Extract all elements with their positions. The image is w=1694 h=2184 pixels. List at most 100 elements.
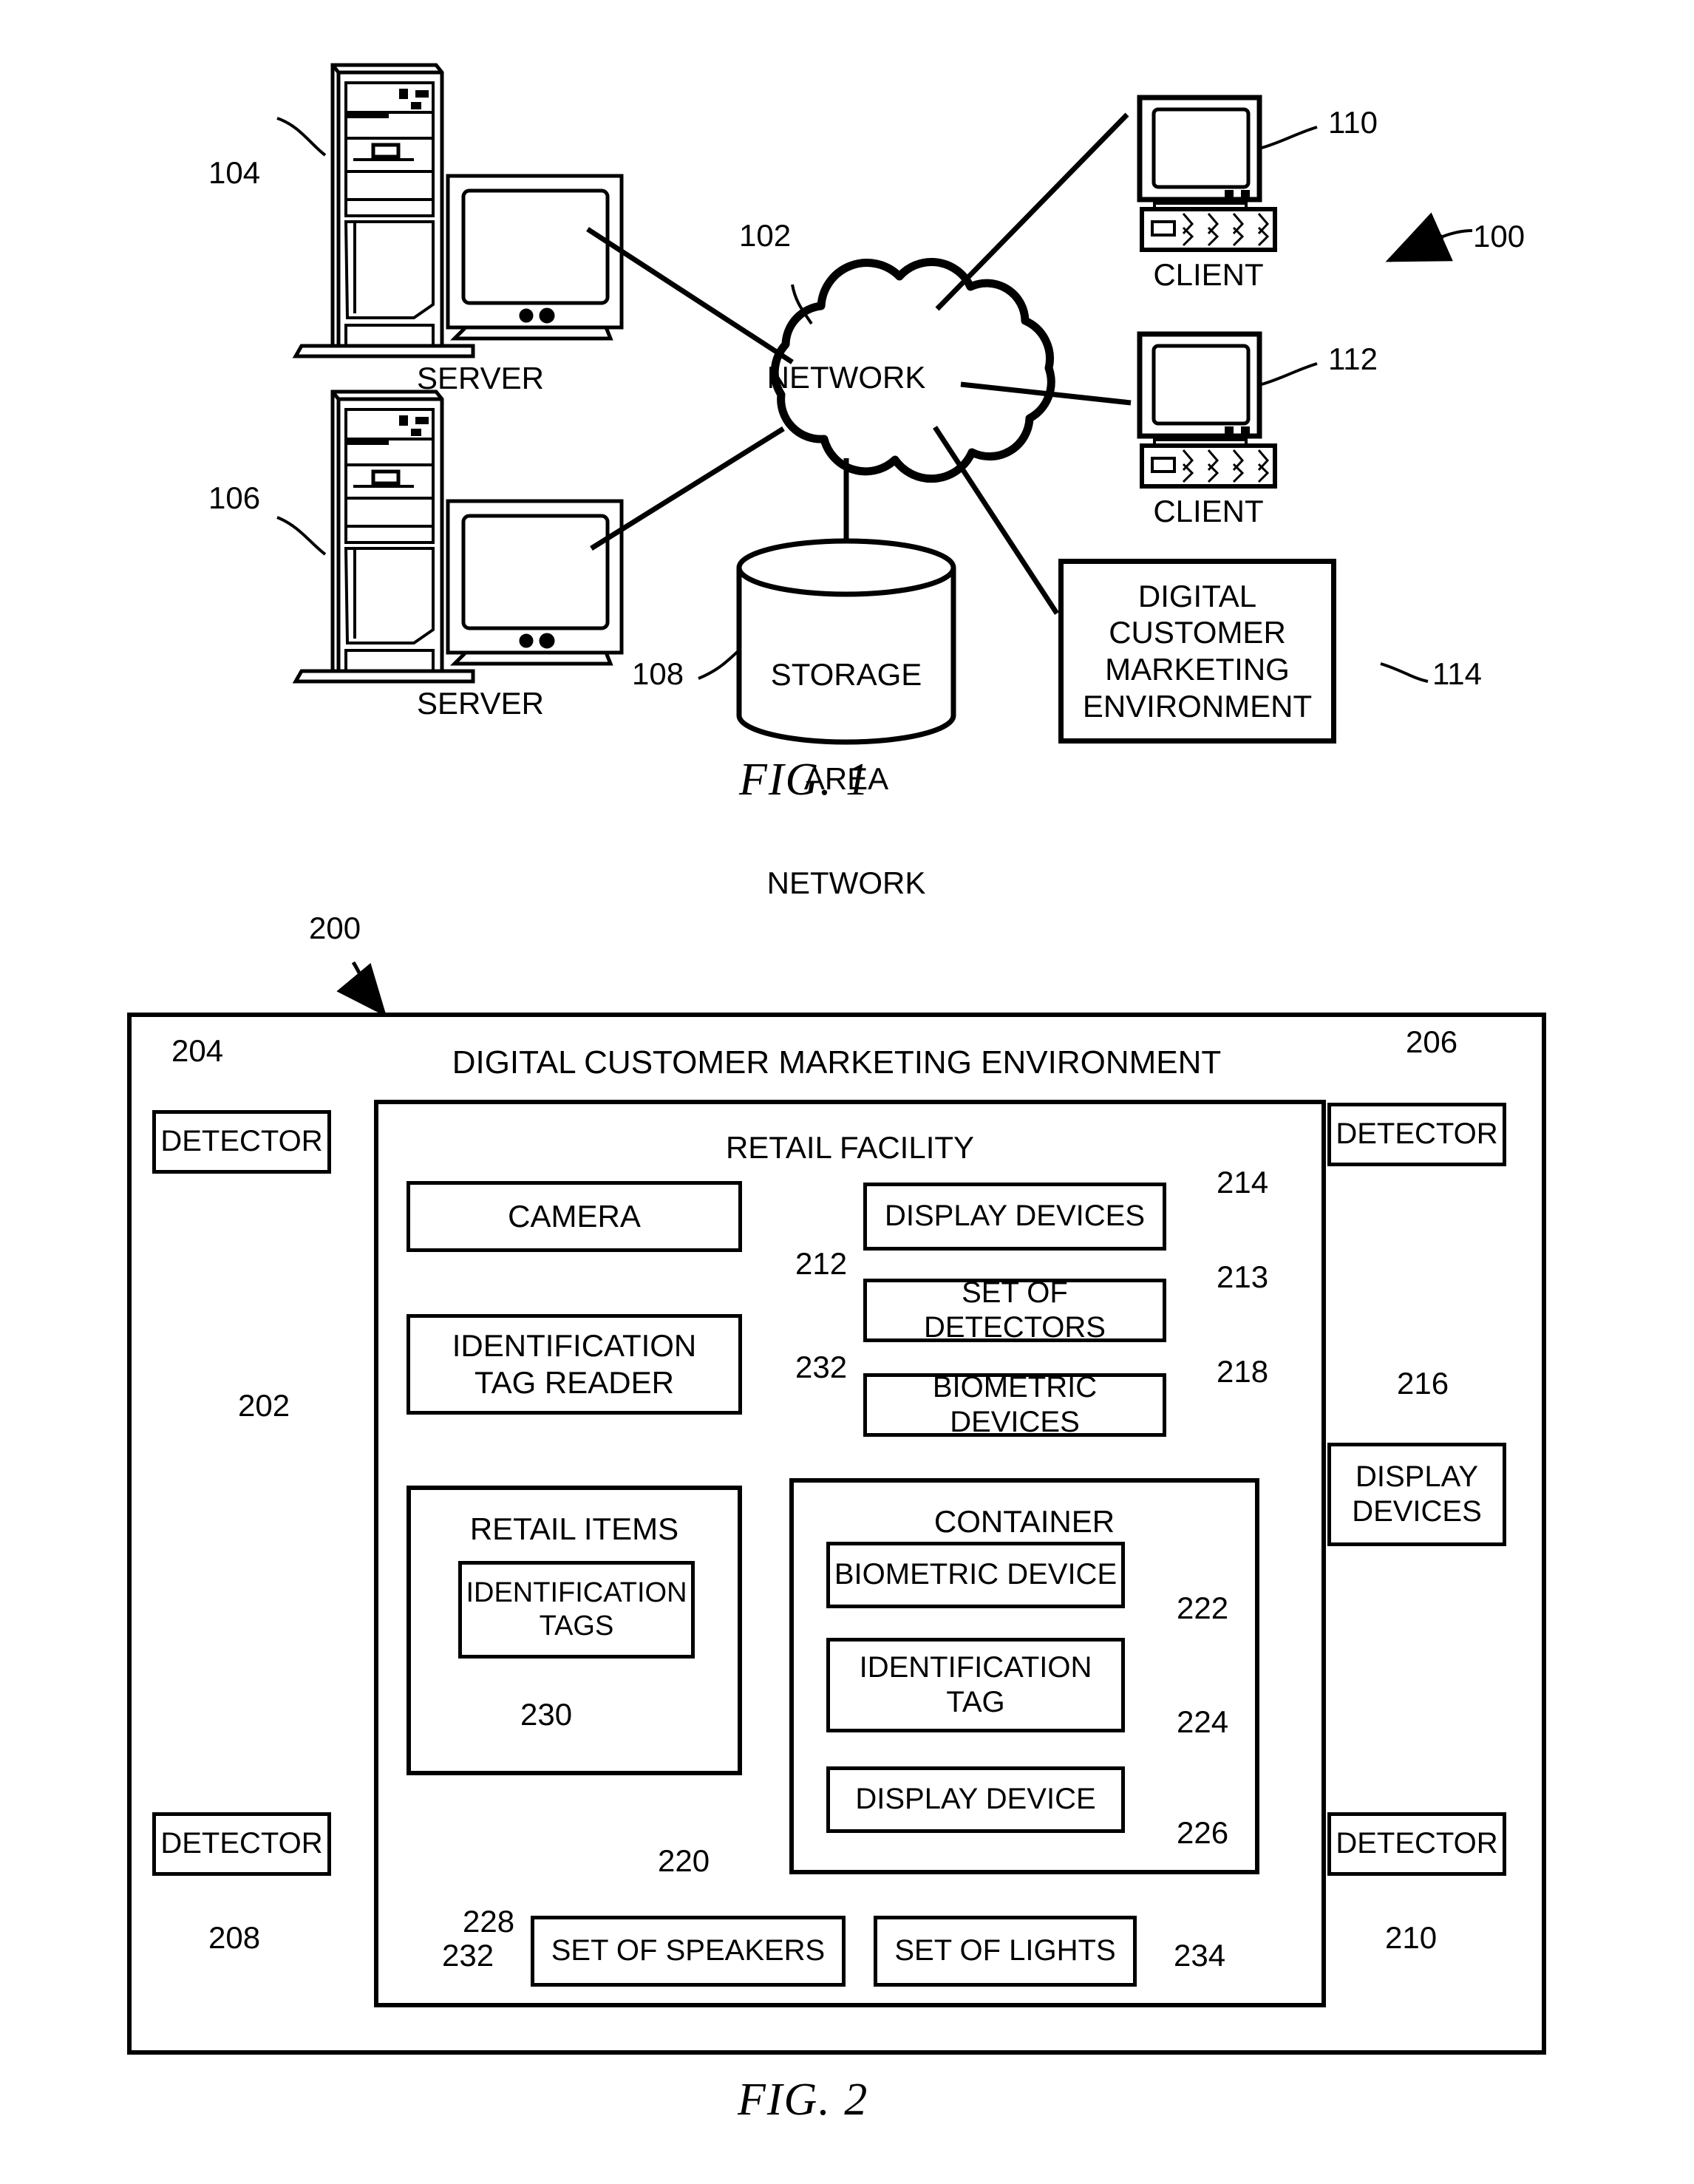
leader-102 [791, 284, 813, 325]
set-of-lights-label: SET OF LIGHTS [894, 1934, 1116, 1967]
retail-items-title: RETAIL ITEMS [469, 1511, 679, 1546]
tag-reader-line-2: TAG READER [474, 1365, 674, 1400]
detector-label-208: DETECTOR [160, 1827, 323, 1860]
ref-204: 204 [171, 1033, 224, 1068]
tag-reader-box: IDENTIFICATION TAG READER [407, 1314, 742, 1415]
container-tag-line-2: TAG [946, 1686, 1005, 1718]
dcme-line-3: MARKETING [1105, 652, 1290, 687]
detector-box-210: DETECTOR [1327, 1812, 1506, 1876]
dcme-line-1: DIGITAL [1137, 578, 1257, 613]
storage-line-3: NETWORK [766, 865, 926, 901]
ref-206: 206 [1406, 1024, 1458, 1059]
network-label: NETWORK [766, 360, 926, 395]
container-display-box: DISPLAY DEVICE [826, 1766, 1125, 1833]
container-tag-box: IDENTIFICATION TAG [826, 1638, 1125, 1732]
ref-110: 110 [1328, 105, 1378, 140]
leader-104 [276, 117, 327, 157]
server-bottom-label: SERVER [417, 686, 544, 721]
client-top-label: CLIENT [1153, 257, 1264, 292]
ref-226: 226 [1177, 1815, 1229, 1850]
leader-114 [1380, 662, 1429, 683]
ref-108: 108 [632, 656, 684, 691]
patent-drawing-sheet: 104 106 SERVER SERVER 102 NETWORK 110 11… [0, 0, 1694, 2184]
ref-102: 102 [739, 218, 792, 253]
camera-label: CAMERA [508, 1199, 641, 1234]
detector-box-206: DETECTOR [1327, 1103, 1506, 1166]
ref-208: 208 [208, 1920, 261, 1955]
set-of-speakers-box: SET OF SPEAKERS [531, 1916, 846, 1987]
container-title: CONTAINER [933, 1504, 1115, 1539]
container-tag-line-1: IDENTIFICATION [859, 1650, 1092, 1684]
environment-title: DIGITAL CUSTOMER MARKETING ENVIRONMENT [452, 1044, 1222, 1081]
ref-114: 114 [1432, 656, 1482, 691]
detector-box-208: DETECTOR [152, 1812, 331, 1876]
server-bottom-graphic [292, 389, 475, 684]
dcme-line-2: CUSTOMER [1109, 615, 1286, 650]
identification-tags-box: IDENTIFICATION TAGS [458, 1561, 695, 1659]
server-top-graphic [292, 63, 475, 358]
ref-234: 234 [1174, 1938, 1226, 1973]
set-of-speakers-label: SET OF SPEAKERS [551, 1934, 826, 1967]
leader-112 [1261, 362, 1318, 386]
ref-210: 210 [1385, 1920, 1438, 1955]
detector-box-204: DETECTOR [152, 1110, 331, 1174]
system-ref-arrow-100 [1385, 212, 1473, 262]
figure2-caption: FIG. 2 [738, 2075, 869, 2125]
client-bottom-graphic [1137, 331, 1277, 489]
display-devices-216-line-1: DISPLAY [1355, 1460, 1478, 1493]
storage-line-1: STORAGE [770, 657, 922, 693]
biometric-devices-label: BIOMETRIC DEVICES [932, 1370, 1098, 1438]
ref-202: 202 [238, 1388, 290, 1423]
ref-218: 218 [1217, 1354, 1269, 1389]
display-devices-216-line-2: DEVICES [1352, 1495, 1482, 1528]
server-top-monitor [446, 174, 624, 341]
server-top-label: SERVER [417, 361, 544, 395]
ref-200: 200 [309, 911, 361, 945]
client-top-graphic [1137, 95, 1277, 252]
ref-220: 220 [658, 1843, 710, 1878]
container-biometric-box: BIOMETRIC DEVICE [826, 1542, 1125, 1608]
biometric-devices-box: BIOMETRIC DEVICES [863, 1370, 1166, 1438]
detector-label-204: DETECTOR [160, 1125, 323, 1158]
retail-facility-title: RETAIL FACILITY [725, 1130, 975, 1165]
ref-arrow-200 [336, 961, 387, 1017]
ref-224: 224 [1177, 1704, 1229, 1739]
ref-222: 222 [1177, 1591, 1229, 1625]
ref-104: 104 [208, 155, 261, 190]
leader-106 [276, 516, 327, 556]
identification-tags-line-2: TAGS [539, 1610, 614, 1642]
leader-108 [698, 649, 741, 680]
ref-232-reader: 232 [795, 1350, 848, 1384]
container-display-label: DISPLAY DEVICE [855, 1783, 1096, 1816]
ref-216: 216 [1397, 1366, 1449, 1401]
tag-reader-line-1: IDENTIFICATION [452, 1328, 697, 1364]
client-top-keyboard-keys [1182, 213, 1270, 247]
ref-214: 214 [1217, 1165, 1269, 1200]
ref-230: 230 [520, 1697, 573, 1732]
ref-232-speakers: 232 [442, 1938, 494, 1973]
ref-213: 213 [1217, 1259, 1269, 1294]
display-devices-box-216: DISPLAY DEVICES [1327, 1443, 1506, 1546]
ref-228: 228 [463, 1904, 515, 1939]
set-of-detectors-box: SET OF DETECTORS [863, 1276, 1166, 1344]
container-biometric-label: BIOMETRIC DEVICE [834, 1558, 1118, 1591]
ref-212: 212 [795, 1246, 848, 1281]
camera-box: CAMERA [407, 1181, 742, 1252]
ref-112: 112 [1328, 341, 1378, 376]
leader-110 [1261, 126, 1318, 149]
set-of-lights-box: SET OF LIGHTS [874, 1916, 1137, 1987]
dcme-line-4: ENVIRONMENT [1082, 688, 1313, 724]
ref-106: 106 [208, 480, 261, 515]
client-bottom-label: CLIENT [1153, 494, 1264, 528]
set-of-detectors-label: SET OF DETECTORS [924, 1276, 1106, 1344]
identification-tags-line-1: IDENTIFICATION [466, 1577, 687, 1609]
ref-100: 100 [1473, 219, 1525, 254]
client-bottom-keyboard-keys [1182, 449, 1270, 483]
detector-label-206: DETECTOR [1336, 1117, 1498, 1151]
detector-label-210: DETECTOR [1336, 1827, 1498, 1860]
display-devices-box-214: DISPLAY DEVICES [863, 1183, 1166, 1251]
figure1-caption: FIG. 1 [739, 755, 871, 805]
server-bottom-monitor [446, 499, 624, 666]
display-devices-214-label: DISPLAY DEVICES [885, 1200, 1145, 1233]
dcme-box-fig1: DIGITAL CUSTOMER MARKETING ENVIRONMENT [1058, 559, 1336, 744]
